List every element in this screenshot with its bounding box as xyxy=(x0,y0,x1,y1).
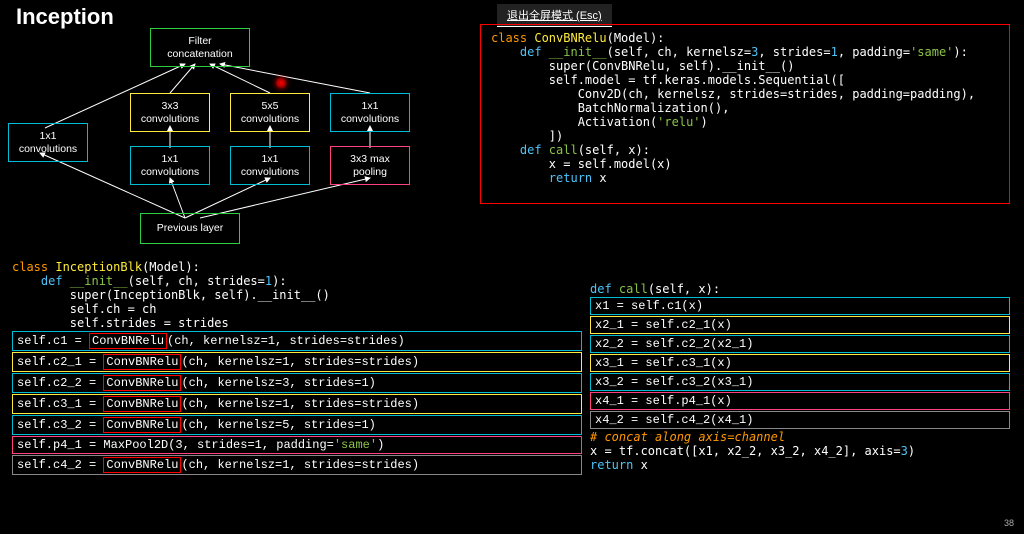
code-line: return x xyxy=(491,171,999,185)
inception-diagram: Filterconcatenation 1x1convolutions 3x3c… xyxy=(0,18,460,238)
convbnrelu-ref: ConvBNRelu xyxy=(103,457,181,473)
code-convbnrelu: class ConvBNRelu(Model): def __init__(se… xyxy=(480,24,1010,204)
convbnrelu-ref: ConvBNRelu xyxy=(103,396,181,412)
code-line: Conv2D(ch, kernelsz, strides=strides, pa… xyxy=(491,87,999,101)
convbnrelu-ref: ConvBNRelu xyxy=(103,354,181,370)
call-line-x1: x1 = self.c1(x) xyxy=(590,297,1010,315)
code-line: self.model = tf.keras.models.Sequential(… xyxy=(491,73,999,87)
node-filter-concat: Filterconcatenation xyxy=(150,28,250,67)
page-number: 38 xyxy=(1004,518,1014,528)
code-line-c2-2: self.c2_2 = ConvBNRelu(ch, kernelsz=3, s… xyxy=(12,373,582,393)
laser-pointer-dot xyxy=(276,78,286,88)
node-3x3-maxpool: 3x3 maxpooling xyxy=(330,146,410,185)
code-line: BatchNormalization(), xyxy=(491,101,999,115)
node-1x1-conv-left: 1x1convolutions xyxy=(8,123,88,162)
code-line-c4-2: self.c4_2 = ConvBNRelu(ch, kernelsz=1, s… xyxy=(12,455,582,475)
call-line-x3-1: x3_1 = self.c3_1(x) xyxy=(590,354,1010,372)
convbnrelu-ref: ConvBNRelu xyxy=(89,333,167,349)
code-line: def __init__(self, ch, strides=1): xyxy=(12,274,582,288)
convbnrelu-ref: ConvBNRelu xyxy=(103,375,181,391)
code-line: def call(self, x): xyxy=(491,143,999,157)
node-3x3-conv: 3x3convolutions xyxy=(130,93,210,132)
call-line-x3-2: x3_2 = self.c3_2(x3_1) xyxy=(590,373,1010,391)
code-line-c3-1: self.c3_1 = ConvBNRelu(ch, kernelsz=1, s… xyxy=(12,394,582,414)
code-line: return x xyxy=(590,458,1010,472)
code-inceptionblk-call: def call(self, x): x1 = self.c1(x) x2_1 … xyxy=(590,282,1010,472)
node-1x1-conv-r2c2: 1x1convolutions xyxy=(230,146,310,185)
call-line-x2-2: x2_2 = self.c2_2(x2_1) xyxy=(590,335,1010,353)
code-line: self.strides = strides xyxy=(12,316,582,330)
code-inceptionblk-init: class InceptionBlk(Model): def __init__(… xyxy=(12,260,582,476)
code-line: Activation('relu') xyxy=(491,115,999,129)
code-line-c3-2: self.c3_2 = ConvBNRelu(ch, kernelsz=5, s… xyxy=(12,415,582,435)
convbnrelu-ref: ConvBNRelu xyxy=(103,417,181,433)
call-line-x2-1: x2_1 = self.c2_1(x) xyxy=(590,316,1010,334)
code-line-c2-1: self.c2_1 = ConvBNRelu(ch, kernelsz=1, s… xyxy=(12,352,582,372)
code-line-p4-1: self.p4_1 = MaxPool2D(3, strides=1, padd… xyxy=(12,436,582,454)
node-previous-layer: Previous layer xyxy=(140,213,240,244)
code-line: ]) xyxy=(491,129,999,143)
code-line: self.ch = ch xyxy=(12,302,582,316)
node-1x1-conv-r2c1: 1x1convolutions xyxy=(130,146,210,185)
code-line-c1: self.c1 = ConvBNRelu(ch, kernelsz=1, str… xyxy=(12,331,582,351)
code-line: x = tf.concat([x1, x2_2, x3_2, x4_2], ax… xyxy=(590,444,1010,458)
code-line: super(InceptionBlk, self).__init__() xyxy=(12,288,582,302)
code-line: super(ConvBNRelu, self).__init__() xyxy=(491,59,999,73)
node-1x1-conv-r1c3: 1x1convolutions xyxy=(330,93,410,132)
code-line: class ConvBNRelu(Model): xyxy=(491,31,999,45)
call-line-x4-2: x4_2 = self.c4_2(x4_1) xyxy=(590,411,1010,429)
code-line: class InceptionBlk(Model): xyxy=(12,260,582,274)
code-comment: # concat along axis=channel xyxy=(590,430,1010,444)
node-5x5-conv: 5x5convolutions xyxy=(230,93,310,132)
code-line: x = self.model(x) xyxy=(491,157,999,171)
code-line: def __init__(self, ch, kernelsz=3, strid… xyxy=(491,45,999,59)
code-line: def call(self, x): xyxy=(590,282,1010,296)
call-line-x4-1: x4_1 = self.p4_1(x) xyxy=(590,392,1010,410)
